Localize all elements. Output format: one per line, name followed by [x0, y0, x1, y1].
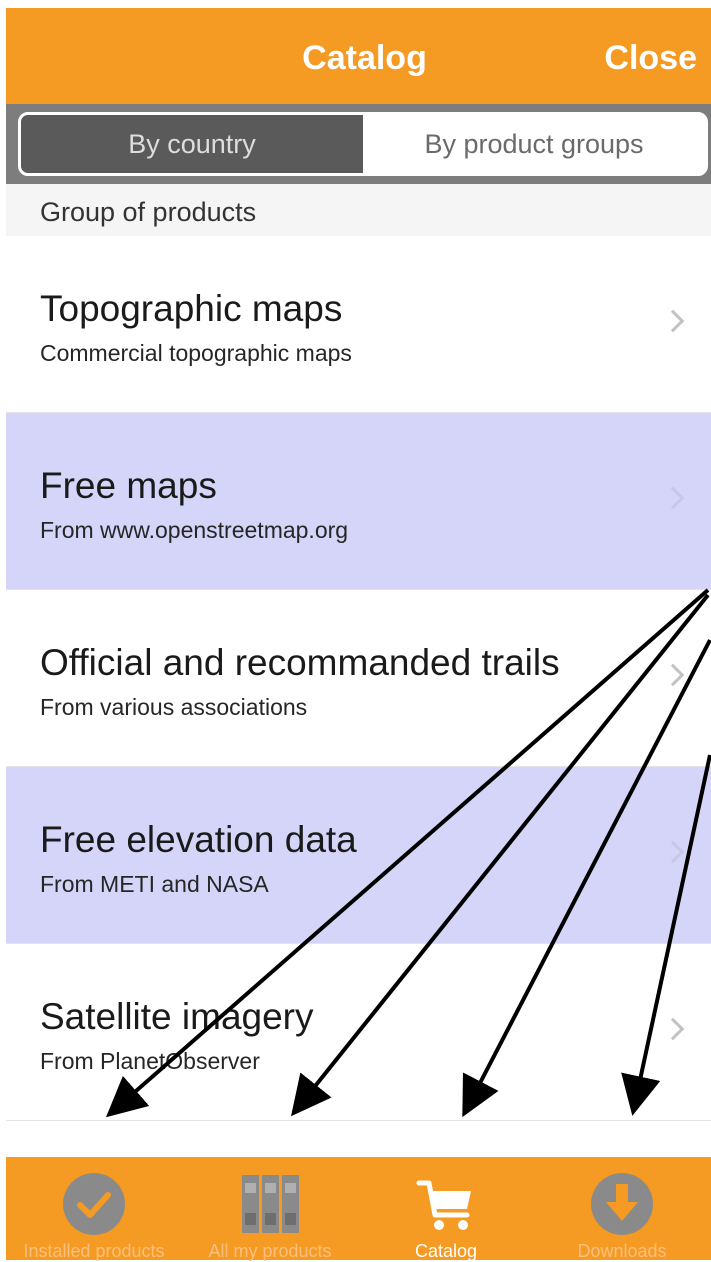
tab-label: Downloads	[577, 1241, 667, 1261]
download-arrow-circle-icon	[591, 1173, 653, 1235]
list-item-satellite-imagery[interactable]: Satellite imagery From PlanetObserver	[6, 944, 711, 1121]
list-item-subtitle: From www.openstreetmap.org	[40, 517, 349, 543]
tab-label: All my products	[208, 1241, 332, 1261]
shopping-cart-icon	[416, 1180, 471, 1230]
tab-label: Installed products	[23, 1241, 165, 1261]
list-item-free-maps[interactable]: Free maps From www.openstreetmap.org	[6, 413, 711, 590]
list-item-subtitle: From various associations	[40, 694, 308, 720]
tab-catalog[interactable]: Catalog	[358, 1157, 534, 1261]
section-header: Group of products	[6, 184, 711, 236]
tab-all-my-products[interactable]: All my products	[182, 1157, 358, 1261]
checkmark-circle-icon	[63, 1173, 125, 1235]
list-item-subtitle: From METI and NASA	[40, 871, 269, 897]
chevron-right-icon	[661, 486, 685, 510]
list-item-title: Satellite imagery	[40, 996, 314, 1037]
list-item-subtitle: Commercial topographic maps	[40, 340, 352, 366]
list-item-subtitle: From PlanetObserver	[40, 1048, 260, 1074]
segment-by-product-groups[interactable]: By product groups	[363, 115, 705, 173]
list-item-elevation-data[interactable]: Free elevation data From METI and NASA	[6, 767, 711, 944]
list-item-trails[interactable]: Official and recommanded trails From var…	[6, 590, 711, 767]
segmented-control: By country By product groups	[18, 112, 708, 176]
product-group-list: Topographic maps Commercial topographic …	[6, 236, 711, 1121]
chevron-right-icon	[661, 309, 685, 333]
navigation-bar: Catalog Close	[6, 8, 711, 104]
list-item-topographic-maps[interactable]: Topographic maps Commercial topographic …	[6, 236, 711, 413]
segment-bar: By country By product groups	[6, 104, 711, 184]
tab-downloads[interactable]: Downloads	[534, 1157, 710, 1261]
binders-icon	[242, 1175, 299, 1233]
list-item-title: Official and recommanded trails	[40, 642, 560, 683]
list-item-title: Topographic maps	[40, 288, 343, 329]
segment-by-country[interactable]: By country	[21, 115, 363, 173]
list-item-title: Free elevation data	[40, 819, 357, 860]
chevron-right-icon	[661, 840, 685, 864]
chevron-right-icon	[661, 1017, 685, 1041]
list-item-title: Free maps	[40, 465, 217, 506]
tab-installed-products[interactable]: Installed products	[6, 1157, 182, 1261]
chevron-right-icon	[661, 663, 685, 687]
close-button[interactable]: Close	[604, 8, 697, 104]
tab-bar: Installed products All my products Catal…	[6, 1157, 711, 1261]
tab-label: Catalog	[414, 1241, 478, 1261]
